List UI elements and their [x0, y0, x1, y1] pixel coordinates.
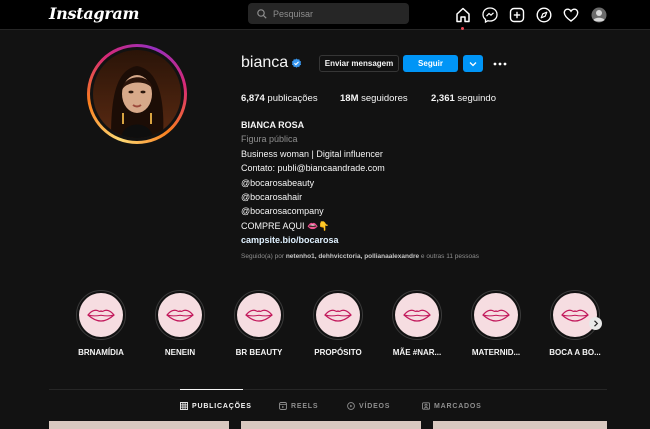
explore-icon[interactable] — [535, 6, 553, 24]
followed-by-names: netenho1, dehhvicctoria, pollianaalexand… — [285, 253, 420, 260]
post-thumbnail[interactable] — [49, 421, 229, 429]
posts-count: 6,874 publicações — [241, 93, 318, 104]
lips-icon — [403, 309, 431, 322]
follow-button[interactable]: Seguir — [403, 55, 458, 72]
highlight-cover — [471, 290, 521, 340]
chevron-right-icon — [593, 320, 598, 327]
profile-photo — [93, 50, 181, 138]
following-label: seguindo — [457, 93, 496, 104]
activity-heart-icon[interactable] — [562, 6, 580, 24]
lips-icon — [87, 309, 115, 322]
grid-icon — [180, 402, 188, 410]
story-highlight[interactable]: MÃE #NAR... — [381, 290, 453, 357]
send-message-button[interactable]: Enviar mensagem — [319, 55, 399, 72]
video-icon — [347, 402, 355, 410]
followers-count[interactable]: 18M seguidores — [340, 93, 408, 104]
instagram-logo[interactable]: Instagram — [49, 4, 139, 23]
story-highlight[interactable]: PROPÓSITO — [302, 290, 374, 357]
tagged-icon — [422, 402, 430, 410]
search-box[interactable] — [248, 3, 409, 24]
story-highlight[interactable]: BR BEAUTY — [223, 290, 295, 357]
lips-icon — [245, 309, 273, 322]
bio-line: COMPRE AQUI 👄👇 — [241, 220, 330, 231]
bio-mention-link[interactable]: @bocarosahair — [241, 190, 385, 204]
tabs-divider — [49, 389, 607, 390]
highlight-cover — [76, 290, 126, 340]
bio-line: Contato: publi@biancaandrade.com — [241, 163, 385, 174]
tab-reels[interactable]: REELS — [279, 402, 318, 410]
verified-badge-icon — [291, 58, 302, 68]
lips-icon — [166, 309, 194, 322]
chevron-down-icon — [469, 61, 477, 66]
tab-label: MARCADOS — [434, 402, 482, 410]
post-thumbnail[interactable] — [433, 421, 607, 429]
profile-avatar[interactable] — [590, 6, 608, 24]
highlight-label: BOCA A BO... — [549, 348, 601, 357]
tab-videos[interactable]: VÍDEOS — [347, 402, 390, 410]
followed-by-suffix: e outras 11 pessoas — [420, 253, 479, 260]
tab-publicacoes[interactable]: PUBLICAÇÕES — [180, 402, 252, 410]
tab-label: PUBLICAÇÕES — [192, 402, 252, 410]
home-active-dot — [461, 27, 464, 30]
followed-by-text[interactable]: Seguido(a) por netenho1, dehhvicctoria, … — [241, 253, 479, 260]
lips-icon — [561, 309, 589, 322]
profile-avatar-story-ring[interactable] — [87, 44, 187, 144]
highlight-cover — [550, 290, 600, 340]
story-highlight[interactable]: NENEIN — [144, 290, 216, 357]
bio-category: Figura pública — [241, 134, 298, 145]
following-count[interactable]: 2,361 seguindo — [431, 93, 496, 104]
highlights-next-button[interactable] — [589, 317, 602, 330]
search-icon — [257, 8, 267, 19]
new-post-icon[interactable] — [508, 6, 526, 24]
highlight-cover — [155, 290, 205, 340]
bio-mention-link[interactable]: @bocarosacompany — [241, 204, 385, 218]
lips-icon — [324, 309, 352, 322]
posts-label: publicações — [267, 93, 318, 104]
story-highlight[interactable]: BRNAMÍDIA — [65, 290, 137, 357]
highlight-label: MÃE #NAR... — [392, 348, 442, 357]
bio-full-name: BIANCA ROSA — [241, 120, 305, 130]
followers-value: 18M — [340, 93, 359, 104]
suggested-dropdown-button[interactable] — [463, 55, 483, 72]
highlight-label: NENEIN — [164, 348, 196, 357]
posts-value: 6,874 — [241, 93, 265, 104]
search-input[interactable] — [273, 8, 393, 19]
tab-marcados[interactable]: MARCADOS — [422, 402, 482, 410]
followed-by-prefix: Seguido(a) por — [241, 253, 284, 260]
highlight-label: MATERNID... — [471, 348, 521, 357]
reels-icon — [279, 402, 287, 410]
lips-icon — [482, 309, 510, 322]
profile-bio: BIANCA ROSA Figura pública Business woma… — [241, 118, 385, 248]
tab-label: VÍDEOS — [359, 402, 391, 410]
active-tab-indicator — [180, 389, 243, 390]
followers-label: seguidores — [361, 93, 408, 104]
story-highlight[interactable]: MATERNID... — [460, 290, 532, 357]
profile-username: bianca — [241, 54, 289, 71]
highlight-label: PROPÓSITO — [314, 348, 362, 357]
highlight-cover — [234, 290, 284, 340]
post-thumbnail[interactable] — [241, 421, 421, 429]
bio-website-link[interactable]: campsite.bio/bocarosa — [241, 233, 385, 247]
more-options-icon[interactable] — [493, 62, 507, 66]
highlight-cover — [313, 290, 363, 340]
following-value: 2,361 — [431, 93, 455, 104]
highlight-label: BRNAMÍDIA — [78, 348, 124, 357]
top-nav-bar: Instagram — [0, 0, 650, 30]
home-icon[interactable] — [454, 6, 472, 24]
messenger-icon[interactable] — [481, 6, 499, 24]
bio-line: Business woman | Digital influencer — [241, 148, 383, 159]
tab-label: REELS — [291, 402, 319, 410]
bio-mention-link[interactable]: @bocarosabeauty — [241, 176, 385, 190]
highlight-label: BR BEAUTY — [235, 348, 283, 357]
highlight-cover — [392, 290, 442, 340]
